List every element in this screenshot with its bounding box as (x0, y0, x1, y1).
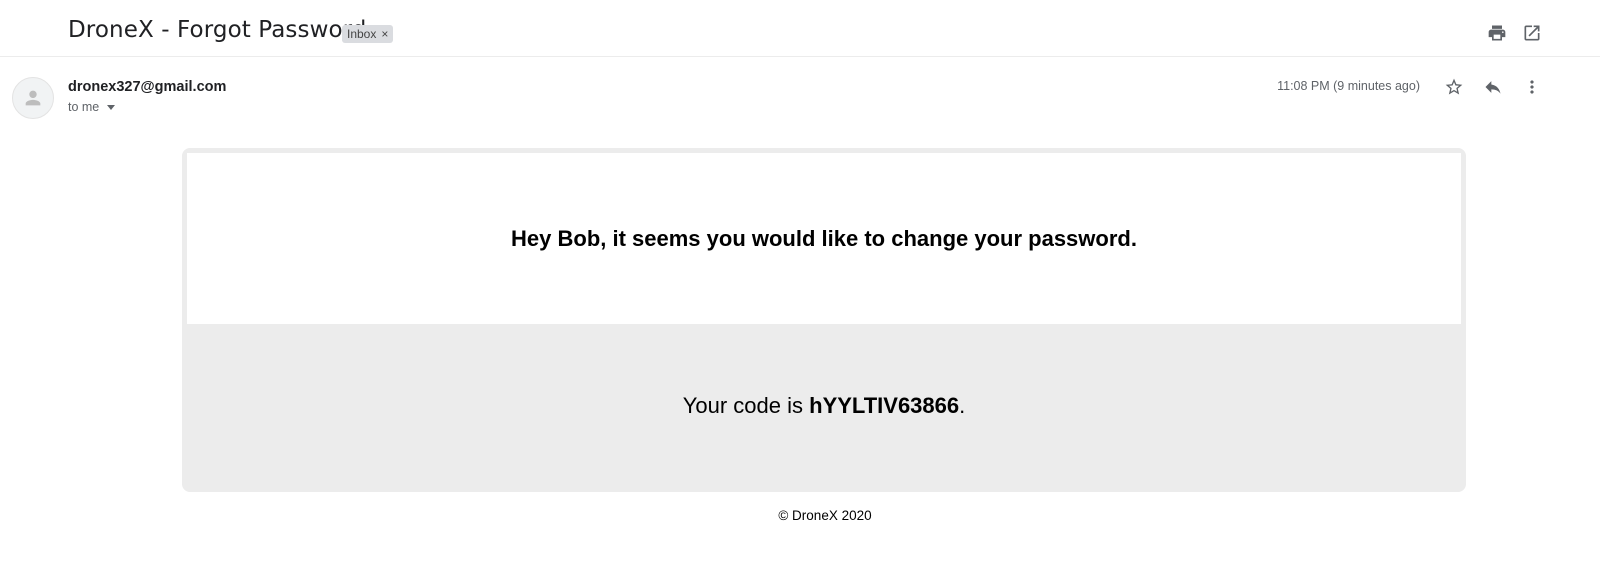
person-icon (25, 90, 41, 106)
email-subject: DroneX - Forgot Password (68, 17, 367, 43)
recipient-label: to me (68, 100, 100, 114)
verification-code: hYYLTIV63866 (809, 393, 960, 418)
more-options-button[interactable] (1520, 75, 1544, 99)
email-view: DroneX - Forgot Password Inbox × dronex3… (0, 0, 1600, 571)
email-header-section: Hey Bob, it seems you would like to chan… (187, 153, 1461, 324)
email-headline: Hey Bob, it seems you would like to chan… (511, 226, 1137, 251)
inbox-label-chip[interactable]: Inbox × (342, 25, 394, 43)
label-chip-text: Inbox (347, 27, 377, 41)
print-icon (1488, 25, 1506, 41)
star-icon (1445, 78, 1463, 95)
code-prefix: Your code is (682, 393, 810, 418)
recipient-details-toggle[interactable]: to me (68, 100, 116, 114)
email-footer: © DroneX 2020 (778, 508, 872, 523)
star-button[interactable] (1442, 75, 1466, 99)
reply-icon (1485, 81, 1501, 94)
chevron-down-icon (107, 104, 116, 110)
email-body-card: Hey Bob, it seems you would like to chan… (182, 148, 1466, 492)
email-code-section: Your code is hYYLTIV63866. (187, 324, 1461, 487)
avatar[interactable] (12, 77, 54, 119)
print-button[interactable] (1485, 21, 1509, 45)
reply-button[interactable] (1481, 75, 1505, 99)
verification-code-line: Your code is hYYLTIV63866. (187, 393, 1461, 419)
code-suffix: . (959, 393, 966, 418)
open-in-new-window-icon (1524, 25, 1540, 41)
more-vert-icon (1530, 80, 1534, 94)
remove-label-icon[interactable]: × (381, 25, 388, 43)
subject-bar: DroneX - Forgot Password Inbox × (0, 0, 1600, 57)
open-in-new-window-button[interactable] (1520, 21, 1544, 45)
email-timestamp: 11:08 PM (9 minutes ago) (1277, 79, 1420, 93)
sender-email[interactable]: dronex327@gmail.com (68, 79, 226, 95)
